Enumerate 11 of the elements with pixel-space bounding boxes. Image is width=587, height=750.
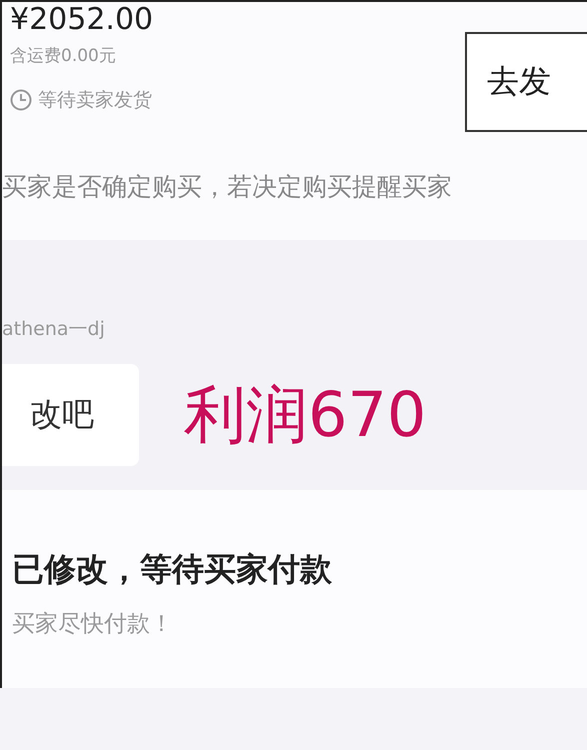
chat-bubble: 改吧 bbox=[2, 364, 139, 466]
clock-icon bbox=[10, 89, 32, 111]
sender-name: athena一dj bbox=[2, 317, 105, 342]
notice-title: 已修改，等待买家付款 bbox=[12, 549, 333, 590]
ship-button[interactable]: 去发 bbox=[465, 32, 587, 132]
shipping-fee: 含运费0.00元 bbox=[10, 45, 117, 67]
profit-caption: 利润670 bbox=[184, 380, 426, 450]
order-status: 等待卖家发货 bbox=[38, 88, 152, 113]
notice-subtitle: 买家尽快付款！ bbox=[12, 610, 174, 639]
order-note: 买家是否确定购买，若决定购买提醒买家 bbox=[2, 171, 453, 203]
order-price: ¥2052.00 bbox=[10, 2, 154, 38]
